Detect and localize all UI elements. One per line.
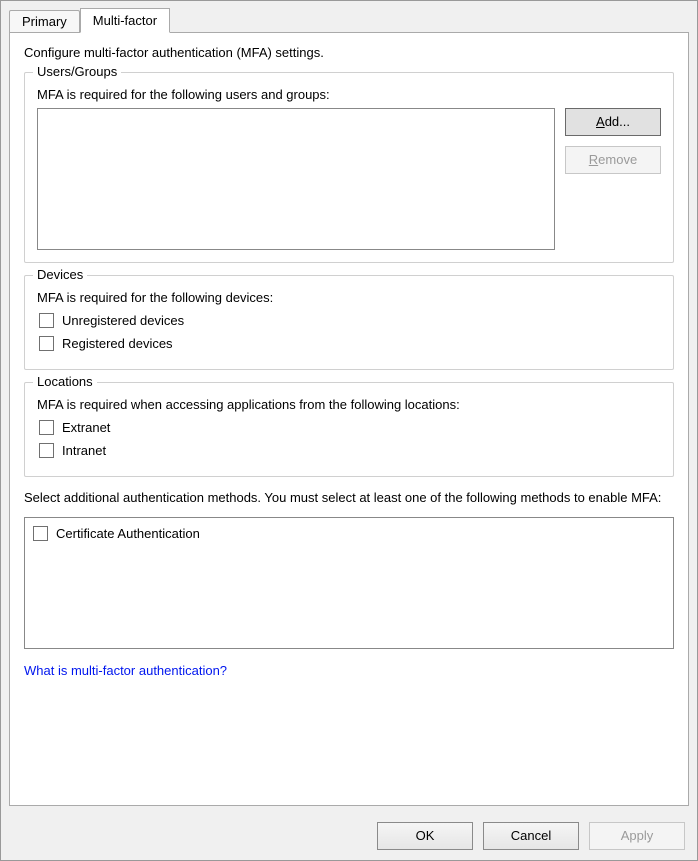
remove-button: Remove [565,146,661,174]
ok-button[interactable]: OK [377,822,473,850]
tab-strip: Primary Multi-factor [1,1,697,32]
groupbox-users-groups: Users/Groups MFA is required for the fol… [24,72,674,263]
legend-devices: Devices [33,267,87,282]
tab-multifactor[interactable]: Multi-factor [80,8,170,33]
apply-button: Apply [589,822,685,850]
methods-description: Select additional authentication methods… [24,489,674,507]
label-registered-devices: Registered devices [62,336,173,351]
add-button[interactable]: Add... [565,108,661,136]
checkbox-certificate-authentication[interactable] [33,526,48,541]
locations-description: MFA is required when accessing applicati… [37,397,661,412]
link-what-is-mfa[interactable]: What is multi-factor authentication? [24,663,227,678]
legend-locations: Locations [33,374,97,389]
checkbox-unregistered-devices[interactable] [39,313,54,328]
label-unregistered-devices: Unregistered devices [62,313,184,328]
groupbox-locations: Locations MFA is required when accessing… [24,382,674,477]
methods-listbox[interactable]: Certificate Authentication [24,517,674,649]
users-groups-description: MFA is required for the following users … [37,87,661,102]
devices-description: MFA is required for the following device… [37,290,661,305]
checkbox-intranet[interactable] [39,443,54,458]
groupbox-devices: Devices MFA is required for the followin… [24,275,674,370]
users-groups-listbox[interactable] [37,108,555,250]
tab-panel-multifactor: Configure multi-factor authentication (M… [9,32,689,806]
dialog-window: Primary Multi-factor Configure multi-fac… [0,0,698,861]
tab-primary[interactable]: Primary [9,10,80,32]
label-extranet: Extranet [62,420,110,435]
checkbox-extranet[interactable] [39,420,54,435]
label-intranet: Intranet [62,443,106,458]
dialog-button-bar: OK Cancel Apply [377,822,685,850]
legend-users-groups: Users/Groups [33,64,121,79]
cancel-button[interactable]: Cancel [483,822,579,850]
checkbox-registered-devices[interactable] [39,336,54,351]
panel-description: Configure multi-factor authentication (M… [24,45,674,60]
label-certificate-authentication: Certificate Authentication [56,526,200,541]
